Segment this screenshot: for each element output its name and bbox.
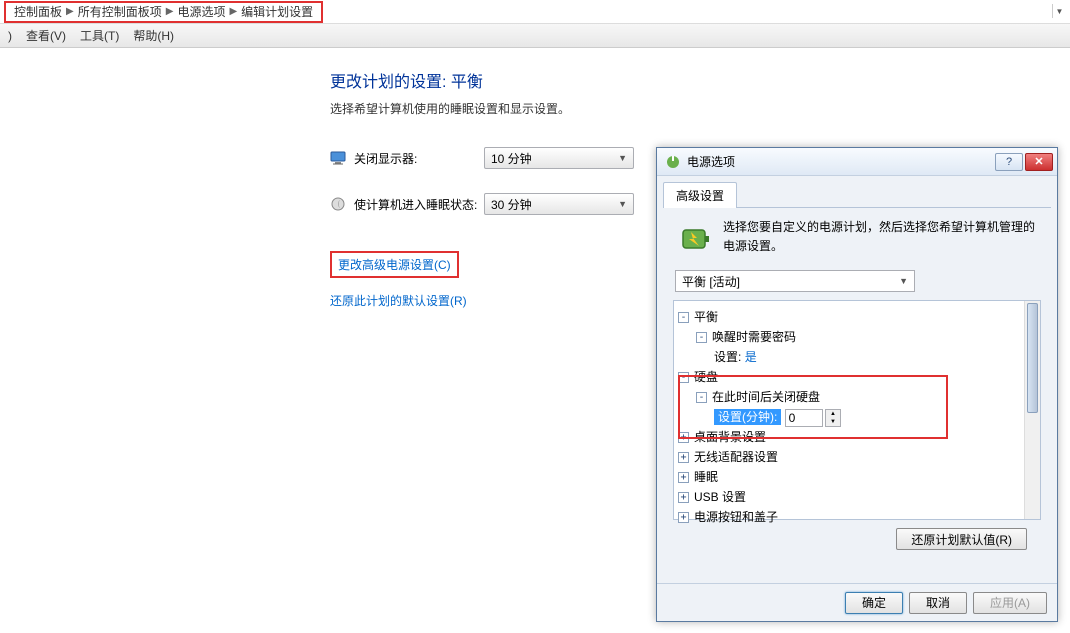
titlebar-buttons: ? ✕ [995, 153, 1053, 171]
scrollbar-thumb[interactable] [1027, 303, 1038, 413]
dialog-titlebar[interactable]: 电源选项 ? ✕ [657, 148, 1057, 176]
dropdown-value: 30 分钟 [491, 196, 532, 213]
breadcrumb-item[interactable]: 电源选项 [173, 3, 229, 20]
tab-advanced[interactable]: 高级设置 [663, 182, 737, 208]
highlight-box: 更改高级电源设置(C) [330, 251, 459, 278]
collapse-icon[interactable]: - [678, 312, 689, 323]
setting-value-link[interactable]: 是 [745, 350, 757, 364]
page-title: 更改计划的设置: 平衡 [330, 68, 1070, 92]
dialog-title: 电源选项 [687, 153, 995, 170]
tab-strip: 高级设置 [663, 182, 1051, 208]
page-subtitle: 选择希望计算机使用的睡眠设置和显示设置。 [330, 100, 1070, 117]
breadcrumb[interactable]: 控制面板 ▶ 所有控制面板项 ▶ 电源选项 ▶ 编辑计划设置 [4, 1, 323, 23]
settings-tree: -平衡 -唤醒时需要密码 设置: 是 -硬盘 -在此时间后关闭硬盘 设置(分钟)… [673, 300, 1041, 520]
expand-icon[interactable]: + [678, 492, 689, 503]
menu-item-view[interactable]: 查看(V) [26, 27, 66, 44]
menu-bar: ) 查看(V) 工具(T) 帮助(H) [0, 24, 1070, 48]
breadcrumb-item[interactable]: 控制面板 [10, 3, 66, 20]
tree-node-balanced[interactable]: -平衡 [678, 307, 1020, 327]
tree-node-wireless[interactable]: +无线适配器设置 [678, 447, 1020, 467]
close-button[interactable]: ✕ [1025, 153, 1053, 171]
cancel-button[interactable]: 取消 [909, 592, 967, 614]
dropdown-value: 10 分钟 [491, 150, 532, 167]
plan-dropdown[interactable]: 平衡 [活动] ▼ [675, 270, 915, 292]
tree-node-setting[interactable]: 设置: 是 [714, 347, 1020, 367]
chevron-right-icon: ▶ [229, 6, 237, 17]
tree-content: -平衡 -唤醒时需要密码 设置: 是 -硬盘 -在此时间后关闭硬盘 设置(分钟)… [674, 301, 1024, 519]
help-button[interactable]: ? [995, 153, 1023, 171]
chevron-down-icon: ▼ [618, 199, 627, 209]
power-plug-icon [665, 154, 681, 170]
address-bar: 控制面板 ▶ 所有控制面板项 ▶ 电源选项 ▶ 编辑计划设置 ▼ [0, 0, 1070, 24]
tree-node-power-button[interactable]: +电源按钮和盖子 [678, 507, 1020, 527]
breadcrumb-item[interactable]: 所有控制面板项 [74, 3, 166, 20]
chevron-down-icon: ▼ [899, 276, 908, 286]
chevron-right-icon: ▶ [166, 6, 174, 17]
monitor-icon [330, 150, 346, 166]
power-options-dialog: 电源选项 ? ✕ 高级设置 选择您要自定义的电源计划，然后选择您希望计算机管理的… [656, 147, 1058, 622]
tree-node-sleep[interactable]: +睡眠 [678, 467, 1020, 487]
expand-icon[interactable]: + [678, 472, 689, 483]
scrollbar[interactable] [1024, 301, 1040, 519]
menu-item[interactable]: ) [8, 29, 12, 43]
tree-node-usb[interactable]: +USB 设置 [678, 487, 1020, 507]
menu-item-tools[interactable]: 工具(T) [80, 27, 119, 44]
expand-icon[interactable]: + [678, 512, 689, 523]
display-off-label: 关闭显示器: [354, 150, 484, 167]
display-off-dropdown[interactable]: 10 分钟 ▼ [484, 147, 634, 169]
dialog-body: 高级设置 选择您要自定义的电源计划，然后选择您希望计算机管理的电源设置。 平衡 … [657, 176, 1057, 526]
highlight-box [678, 375, 948, 439]
dropdown-value: 平衡 [活动] [682, 273, 740, 290]
moon-icon [330, 196, 346, 212]
apply-button[interactable]: 应用(A) [973, 592, 1047, 614]
restore-plan-defaults-button[interactable]: 还原计划默认值(R) [896, 528, 1027, 550]
breadcrumb-item[interactable]: 编辑计划设置 [237, 3, 317, 20]
collapse-icon[interactable]: - [696, 332, 707, 343]
chevron-right-icon: ▶ [66, 6, 74, 17]
sleep-label: 使计算机进入睡眠状态: [354, 196, 484, 213]
expand-icon[interactable]: + [678, 452, 689, 463]
dialog-intro-text: 选择您要自定义的电源计划，然后选择您希望计算机管理的电源设置。 [723, 218, 1039, 258]
chevron-down-icon: ▼ [618, 153, 627, 163]
battery-icon [675, 218, 715, 258]
tree-node-wake-password[interactable]: -唤醒时需要密码 [696, 327, 1020, 347]
sleep-dropdown[interactable]: 30 分钟 ▼ [484, 193, 634, 215]
ok-button[interactable]: 确定 [845, 592, 903, 614]
address-dropdown-button[interactable]: ▼ [1052, 4, 1066, 18]
dialog-intro: 选择您要自定义的电源计划，然后选择您希望计算机管理的电源设置。 [663, 218, 1051, 270]
menu-item-help[interactable]: 帮助(H) [133, 27, 174, 44]
dialog-footer: 确定 取消 应用(A) [657, 583, 1057, 621]
advanced-power-settings-link[interactable]: 更改高级电源设置(C) [338, 258, 451, 272]
